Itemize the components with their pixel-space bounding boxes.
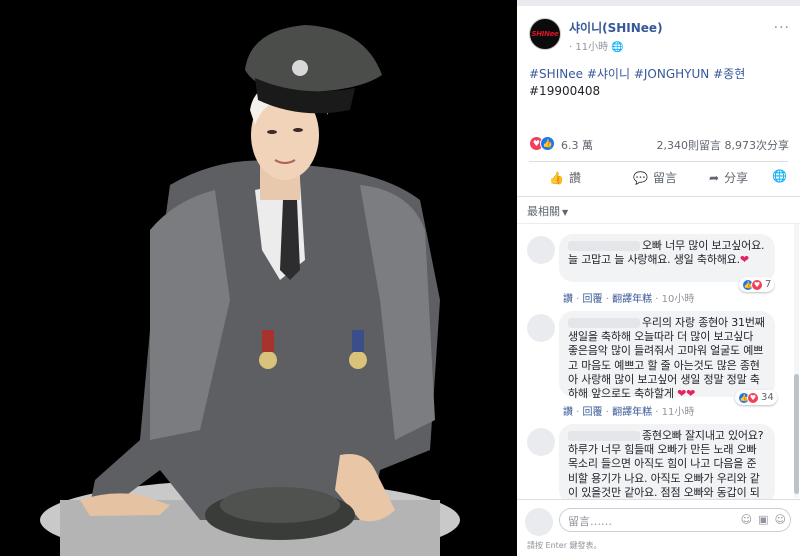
divider — [517, 223, 800, 224]
comment-button[interactable]: 💬 留言 — [633, 169, 677, 186]
post-second-line[interactable]: #19900408 — [529, 84, 600, 98]
post-header: SHINee 샤이니(SHINee) · 11小時 🌐 ··· — [517, 6, 800, 58]
reaction-count[interactable]: 6.3 萬 — [561, 137, 593, 153]
globe-icon: 🌐 — [611, 42, 624, 53]
post-photo[interactable] — [0, 0, 517, 556]
comment-reactions[interactable]: 👍 ♥ 7 — [739, 277, 775, 292]
avatar-logo-text: SHINee — [531, 30, 559, 38]
sticker-icon[interactable]: ☺ — [775, 513, 786, 526]
share-button[interactable]: ➦ 分享 — [709, 169, 748, 186]
share-button-label: 分享 — [724, 171, 749, 185]
photo-illustration — [0, 0, 517, 556]
comment-reaction-count: 7 — [765, 279, 772, 290]
comments-scrollbar[interactable] — [794, 224, 799, 498]
comment-button-label: 留言 — [652, 171, 677, 185]
love-mini-icon: ♥ — [747, 391, 759, 404]
emoji-icon[interactable]: ☺ — [741, 513, 752, 526]
composer-icons: ☺ ▣ ☺ — [741, 513, 786, 526]
comment-text: 우리의 자랑 종현아 31번째 생일을 축하해 오늘따라 더 많이 보고싶다 좋… — [568, 316, 765, 401]
user-avatar — [525, 508, 553, 536]
comment-emoji: ❤ — [739, 253, 749, 267]
reactions-summary: ♥ 👍 6.3 萬 2,340則留言 8,973次分享 — [529, 136, 789, 152]
comment-reactions[interactable]: 👍 ♥ 34 — [735, 390, 777, 405]
post-time[interactable]: 11小時 — [575, 42, 608, 53]
comment-count[interactable]: 2,340則留言 — [657, 137, 722, 153]
share-arrow-icon: ➦ — [709, 170, 720, 185]
comment-like-link[interactable]: 讚 — [563, 294, 573, 305]
divider — [517, 196, 800, 197]
gif-icon[interactable]: ▣ — [758, 513, 768, 526]
more-options-button[interactable]: ··· — [774, 20, 790, 36]
commenter-name-redacted[interactable] — [568, 431, 640, 441]
love-mini-icon: ♥ — [751, 278, 763, 291]
comment-reply-link[interactable]: 回覆 — [583, 294, 603, 305]
scrollbar-thumb[interactable] — [794, 374, 799, 494]
commenter-avatar[interactable] — [527, 314, 555, 342]
like-button-label: 讚 — [568, 171, 581, 185]
post-meta: · 11小時 🌐 — [569, 38, 624, 53]
post-text: #SHINee #샤이니 #JONGHYUN #종현 #19900408 — [529, 66, 789, 100]
comment-time[interactable]: 11小時 — [662, 407, 695, 418]
hashtag-link[interactable]: #샤이니 — [587, 67, 630, 81]
post-side-panel: SHINee 샤이니(SHINee) · 11小時 🌐 ··· #SHINee … — [517, 6, 800, 556]
enter-hint: 請按 Enter 鍵發表。 — [527, 541, 602, 550]
post-actions: 👍 讚 💬 留言 ➦ 分享 🌐 — [529, 165, 788, 191]
caret-down-icon: ▼ — [562, 208, 569, 217]
page-name-link[interactable]: 샤이니(SHINee) — [569, 19, 663, 36]
page-avatar[interactable]: SHINee — [529, 18, 561, 50]
commenter-name-redacted[interactable] — [568, 318, 640, 328]
speech-bubble-icon: 💬 — [633, 170, 648, 185]
comment-like-link[interactable]: 讚 — [563, 407, 573, 418]
share-count[interactable]: 8,973次分享 — [725, 137, 790, 153]
divider — [529, 161, 788, 162]
commenter-avatar[interactable] — [527, 428, 555, 456]
like-button[interactable]: 👍 讚 — [549, 169, 581, 186]
hashtag-link[interactable]: #종현 — [713, 67, 745, 81]
globe-icon: 🌐 — [772, 169, 787, 183]
comment-composer: 留言…… ☺ ▣ ☺ 請按 Enter 鍵發表。 — [517, 499, 800, 556]
comment-meta: 讚 · 回覆 · 翻譯年糕 · 11小時 — [563, 407, 695, 418]
globe-icon: · — [569, 42, 573, 53]
comment-translate-link[interactable]: 翻譯年糕 — [612, 407, 652, 418]
comment-bubble: 오빠 너무 많이 보고싶어요. 늘 고맙고 늘 사랑해요. 생일 축하해요.❤ — [559, 234, 775, 282]
thumb-up-icon: 👍 — [549, 170, 564, 185]
comment-time[interactable]: 10小時 — [662, 294, 695, 305]
hashtag-link[interactable]: #JONGHYUN — [634, 67, 709, 81]
commenter-avatar[interactable] — [527, 236, 555, 264]
comment-reaction-count: 34 — [761, 392, 774, 403]
comment-reply-link[interactable]: 回覆 — [583, 407, 603, 418]
audience-selector[interactable]: 🌐 — [772, 169, 787, 183]
commenter-name-redacted[interactable] — [568, 241, 640, 251]
comment-meta: 讚 · 回覆 · 翻譯年糕 · 10小時 — [563, 294, 695, 305]
comment-bubble: 우리의 자랑 종현아 31번째 생일을 축하해 오늘따라 더 많이 보고싶다 좋… — [559, 311, 775, 401]
comment-translate-link[interactable]: 翻譯年糕 — [612, 294, 652, 305]
sort-label: 最相關 — [527, 205, 560, 218]
like-reaction-icon: 👍 — [540, 136, 555, 151]
hashtag-link[interactable]: #SHINee — [529, 67, 583, 81]
comment-emoji: ❤❤ — [677, 387, 696, 401]
comment-bubble: 종현오빠 잘지내고 있어요? 하루가 너무 힘들때 오빠가 만든 노래 오빠 목… — [559, 424, 775, 504]
comment-sort-dropdown[interactable]: 最相關 ▼ — [527, 203, 568, 219]
viewer: SHINee 샤이니(SHINee) · 11小時 🌐 ··· #SHINee … — [0, 0, 800, 556]
